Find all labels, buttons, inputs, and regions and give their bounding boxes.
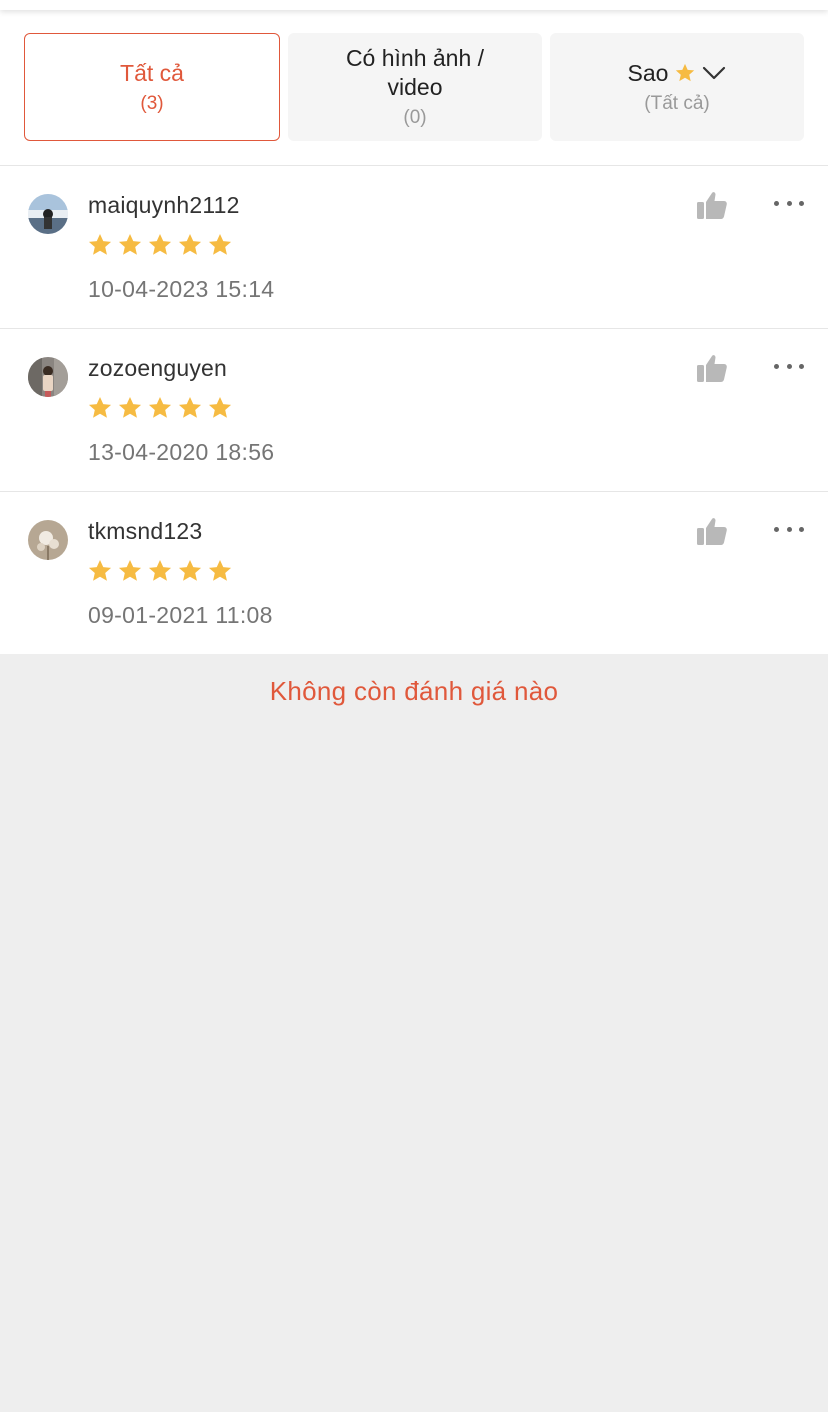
star-icon [88,233,112,255]
star-icon [88,559,112,581]
reviewer-username: tkmsnd123 [88,518,203,544]
dot [799,363,804,369]
like-button[interactable] [696,353,728,383]
reviewer-username: zozoenguyen [88,355,228,381]
more-options-button[interactable] [774,359,804,373]
star-icon [118,559,142,581]
dot [786,526,792,532]
dot [774,363,779,369]
filter-stars-button[interactable]: Sao (Tất cả) [550,33,804,141]
filter-all-label: Tất cả [120,59,184,86]
star-icon [178,559,202,581]
thumbs-up-icon [697,355,727,382]
star-icon [88,396,112,418]
dot [786,363,792,369]
star-icon [208,396,232,418]
filter-media-label: Có hình ảnh / video [345,45,485,100]
thumbs-up-icon [697,192,727,219]
review-item: tkmsnd123 09-01-2021 11:08 [0,492,828,654]
header-edge [0,0,828,10]
more-options-button[interactable] [774,522,804,536]
star-icon [208,233,232,255]
dot [799,200,804,206]
star-icon [178,233,202,255]
more-options-button[interactable] [774,196,804,210]
avatar[interactable] [28,520,68,560]
star-icon [118,396,142,418]
filter-stars-label: Sao [627,59,669,86]
avatar[interactable] [28,194,68,234]
reviewer-username: maiquynh2112 [88,192,240,218]
review-item: maiquynh2112 10-04-2023 15:14 [0,166,828,329]
no-more-reviews-text: Không còn đánh giá nào [269,676,559,706]
rating-stars [87,232,233,258]
dot [774,200,779,206]
thumbs-up-icon [697,518,727,545]
filter-media-count: (0) [403,107,427,128]
avatar[interactable] [28,357,68,397]
like-button[interactable] [696,190,728,220]
filter-media-button[interactable]: Có hình ảnh / video (0) [288,33,542,141]
filter-all-count: (3) [140,92,164,114]
review-item: zozoenguyen 13-04-2020 18:56 [0,329,828,492]
star-icon [118,233,142,255]
star-icon [676,63,695,82]
dot [786,200,792,206]
star-icon [148,559,172,581]
review-date: 10-04-2023 15:14 [88,276,275,302]
like-button[interactable] [696,516,728,546]
dot [799,526,804,532]
filter-all-button[interactable]: Tất cả (3) [24,33,280,141]
dot [774,526,779,532]
rating-stars [87,395,233,421]
star-icon [208,559,232,581]
star-icon [148,396,172,418]
rating-stars [87,558,233,584]
chevron-down-icon [703,66,726,80]
filter-stars-count: (Tất cả) [644,92,710,114]
star-icon [148,233,172,255]
review-date: 09-01-2021 11:08 [88,602,273,628]
review-filter-bar: Tất cả (3) Có hình ảnh / video (0) Sao (… [24,33,804,141]
review-date: 13-04-2020 18:56 [88,439,275,465]
star-icon [178,396,202,418]
